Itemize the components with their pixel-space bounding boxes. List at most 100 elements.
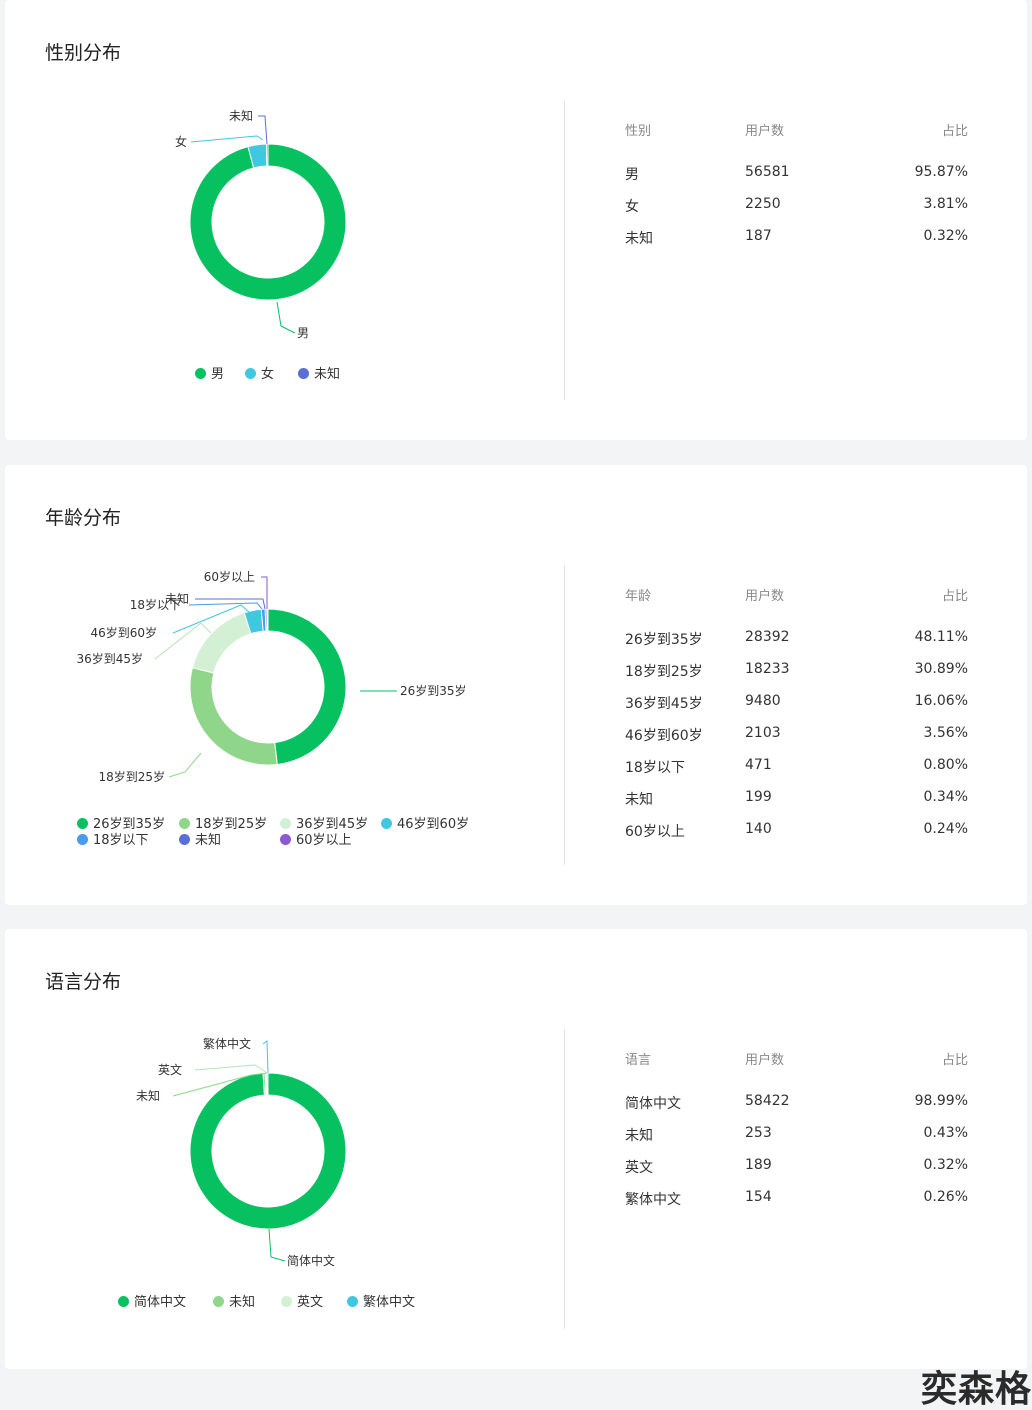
- slice-label: 英文: [158, 1062, 182, 1077]
- legend-item[interactable]: 60岁以上: [280, 829, 352, 848]
- column-header: 性别: [625, 124, 652, 139]
- language-card: 语言分布 简体中文 未知 英文 繁体中文 简体中文 未知 英文 繁体中文 语言 用户数 占比 简体…: [5, 929, 1027, 1369]
- leader-line: [194, 1064, 268, 1074]
- slice-label: 男: [297, 326, 309, 340]
- leader-line: [262, 1040, 269, 1074]
- legend-item[interactable]: 简体中文: [118, 1291, 186, 1310]
- legend-item[interactable]: 男: [195, 363, 224, 382]
- gender-donut-chart: 男 女 未知: [175, 109, 347, 340]
- language-table: 语言 用户数 占比 简体中文 58422 98.99% 未知 253 0.43% 英文 189 0.3…: [625, 1049, 968, 1221]
- donut-slice[interactable]: [267, 608, 347, 766]
- age-card: 年龄分布 26岁到35岁 18岁到25岁 36岁到45岁 46岁到60岁 18岁以下 未知…: [5, 465, 1027, 905]
- table-cell: 英文: [625, 1160, 653, 1176]
- legend-item[interactable]: 繁体中文: [347, 1291, 415, 1310]
- divider: [564, 100, 565, 400]
- legend-label: 简体中文: [134, 1295, 187, 1310]
- legend-dot: [118, 1296, 129, 1307]
- legend-label: 未知: [195, 833, 222, 848]
- table-cell: 3.81%: [923, 196, 968, 212]
- leader-line: [190, 135, 264, 143]
- divider: [564, 1029, 565, 1329]
- legend-dot: [347, 1296, 358, 1307]
- legend-item[interactable]: 46岁到60岁: [381, 813, 469, 832]
- donut-slice[interactable]: [189, 143, 347, 301]
- legend-label: 未知: [229, 1295, 256, 1310]
- table-cell: 56581: [745, 164, 790, 180]
- table-cell: 2250: [745, 196, 781, 212]
- slice-label: 繁体中文: [203, 1036, 251, 1051]
- slice-label: 26岁到35岁: [400, 683, 467, 698]
- table-cell: 18233: [745, 661, 790, 677]
- legend-label: 未知: [314, 367, 341, 382]
- donut-slice[interactable]: [265, 143, 269, 167]
- donut-slice[interactable]: [189, 1072, 347, 1230]
- table-cell: 未知: [625, 792, 653, 808]
- slice-label: 36岁到45岁: [76, 651, 143, 666]
- slice-label: 未知: [165, 592, 189, 606]
- table-cell: 98.99%: [914, 1093, 968, 1109]
- table-cell: 189: [745, 1157, 772, 1173]
- table-cell: 繁体中文: [625, 1192, 681, 1208]
- table-cell: 0.32%: [923, 228, 968, 244]
- slice-label: 简体中文: [287, 1253, 335, 1268]
- table-cell: 154: [745, 1189, 772, 1205]
- table-cell: 0.26%: [923, 1189, 968, 1205]
- gender-card: 性别分布 男女未知 男女未知 性别 用户数 占比男 56581 95.87% 女 2250 3…: [5, 0, 1027, 440]
- table-row: 繁体中文 154 0.26%: [625, 1189, 968, 1221]
- legend-dot: [298, 368, 309, 379]
- divider: [564, 565, 565, 865]
- table-cell: 471: [745, 757, 772, 773]
- table-cell: 16.06%: [914, 693, 968, 709]
- table-row: 36岁到45岁 9480 16.06%: [625, 693, 968, 725]
- slice-label: 未知: [229, 109, 253, 123]
- table-cell: 60岁以上: [625, 824, 685, 840]
- table-row: 18岁到25岁 18233 30.89%: [625, 661, 968, 693]
- gender-table: 性别 用户数 占比男 56581 95.87% 女 2250 3.81% 未知 187 0.32%: [625, 120, 968, 260]
- legend-label: 46岁到60岁: [397, 817, 470, 832]
- legend-label: 男: [211, 367, 225, 382]
- table-cell: 简体中文: [625, 1096, 681, 1112]
- column-header: 用户数: [745, 1053, 785, 1068]
- donut-slice[interactable]: [189, 666, 278, 766]
- table-row: 男 56581 95.87%: [625, 164, 968, 196]
- legend-dot: [179, 818, 190, 829]
- column-header: 年龄: [625, 589, 652, 604]
- legend-item[interactable]: 未知: [179, 829, 221, 848]
- column-header: 占比: [941, 1053, 968, 1068]
- table-cell: 26岁到35岁: [625, 632, 703, 648]
- legend-label: 女: [261, 367, 275, 382]
- legend-dot: [281, 1296, 292, 1307]
- legend-dot: [280, 834, 291, 845]
- table-cell: 140: [745, 821, 772, 837]
- table-row: 女 2250 3.81%: [625, 196, 968, 228]
- column-header: 用户数: [745, 589, 785, 604]
- column-header: 占比: [941, 124, 968, 139]
- table-cell: 0.80%: [923, 757, 968, 773]
- watermark: 奕森格: [920, 1369, 1032, 1410]
- column-header: 用户数: [745, 124, 785, 139]
- table-cell: 0.32%: [923, 1157, 968, 1173]
- table-cell: 3.56%: [923, 725, 968, 741]
- slice-label: 60岁以上: [204, 569, 255, 584]
- donut-slice[interactable]: [266, 1072, 269, 1096]
- legend-label: 英文: [297, 1295, 324, 1310]
- table-cell: 18岁到25岁: [625, 664, 703, 680]
- leader-line: [276, 301, 296, 334]
- legend-item[interactable]: 18岁以下: [77, 829, 149, 848]
- column-header: 语言: [625, 1053, 652, 1068]
- slice-label: 未知: [136, 1089, 160, 1103]
- legend-item[interactable]: 未知: [298, 363, 340, 382]
- legend-item[interactable]: 英文: [281, 1291, 323, 1310]
- table-cell: 未知: [625, 231, 653, 247]
- table-cell: 18岁以下: [625, 760, 685, 776]
- donut-slice[interactable]: [266, 608, 269, 632]
- legend-item[interactable]: 女: [245, 363, 274, 382]
- table-row: 60岁以上 140 0.24%: [625, 821, 968, 853]
- table-cell: 30.89%: [914, 661, 968, 677]
- table-cell: 48.11%: [914, 629, 968, 645]
- table-row: 未知 187 0.32%: [625, 228, 968, 260]
- table-cell: 28392: [745, 629, 790, 645]
- legend-item[interactable]: 未知: [213, 1291, 255, 1310]
- table-cell: 199: [745, 789, 772, 805]
- legend-dot: [77, 834, 88, 845]
